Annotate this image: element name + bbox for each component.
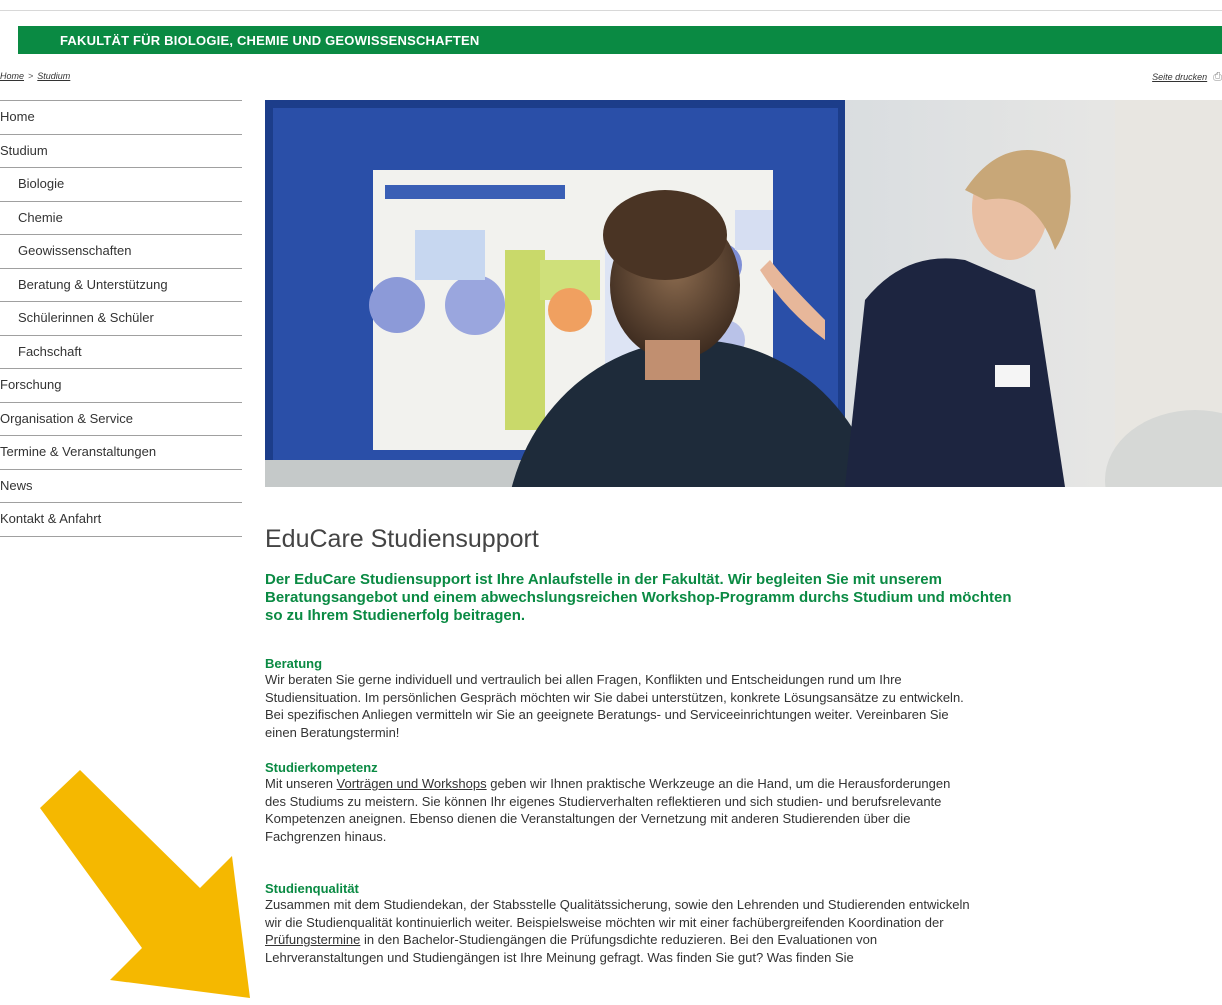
printer-icon[interactable]: ⎙ [1213,71,1222,83]
text-fragment: in den Bachelor-Studiengängen die Prüfun… [360,932,878,947]
pruefungstermine-link[interactable]: Prüfungstermine [265,932,360,947]
page-title: EduCare Studiensupport [265,525,539,553]
text-line: Zusammen mit dem Studiendekan, der Stabs… [265,897,970,912]
sidebar-item-home[interactable]: Home [0,100,242,134]
lead-paragraph: Der EduCare Studiensupport ist Ihre Anla… [265,571,1222,625]
section-text-studienqualitaet: Zusammen mit dem Studiendekan, der Stabs… [265,896,1222,966]
text-line: Mit unseren Vorträgen und Workshops gebe… [265,775,1222,793]
section-heading-studierkompetenz: Studierkompetenz [265,760,378,775]
section-text-studierkompetenz: Mit unseren Vorträgen und Workshops gebe… [265,775,1222,845]
sidebar-item-biologie[interactable]: Biologie [0,167,242,201]
sidebar-item-studium[interactable]: Studium [0,133,242,168]
arrow-pointer-icon [40,770,250,998]
section-text-beratung: Wir beraten Sie gerne individuell und ve… [265,671,1222,741]
breadcrumb-current-link[interactable]: Studium [37,71,70,81]
section-heading-beratung: Beratung [265,656,323,671]
sidebar-item-forschung[interactable]: Forschung [0,368,242,402]
sidebar-item-geowissenschaften[interactable]: Geowissenschaften [0,234,242,268]
breadcrumb-home-link[interactable]: Home [0,71,24,81]
text-fragment: Mit unseren [265,776,337,791]
sidebar-item-organisation[interactable]: Organisation & Service [0,401,242,436]
faculty-title: FAKULTÄT FÜR BIOLOGIE, CHEMIE UND GEOWIS… [60,33,480,48]
sidebar-item-schueler[interactable]: Schülerinnen & Schüler [0,301,242,335]
text-line: Lehrveranstaltungen und Studiengängen is… [265,949,854,965]
sidebar-item-news[interactable]: News [0,468,242,503]
section-heading-studienqualitaet: Studienqualität [265,881,359,896]
text-line: Prüfungstermine in den Bachelor-Studieng… [265,931,1222,949]
workshops-link[interactable]: Vorträgen und Workshops [337,776,487,791]
lead-line: so zu Ihrem Studienerfolg beitragen. [265,607,526,624]
hero-photo [265,100,1222,487]
sidebar-item-beratung[interactable]: Beratung & Unterstützung [0,267,242,302]
text-line: einen Beratungstermin! [265,724,400,740]
breadcrumb: Home > Studium [0,71,70,81]
text-line: Bei spezifischen Anliegen vermitteln wir… [265,707,949,722]
text-fragment: geben wir Ihnen praktische Werkzeuge an … [486,776,951,791]
section-beratung: Beratung Wir beraten Sie gerne individue… [265,656,1222,741]
sidebar-item-kontakt[interactable]: Kontakt & Anfahrt [0,502,242,536]
sidebar-bottom-divider [0,535,242,537]
breadcrumb-separator: > [28,71,34,81]
text-line: wir die Studienqualität kontinuierlich w… [265,914,944,930]
sidebar-item-termine[interactable]: Termine & Veranstaltungen [0,435,242,469]
text-line: Kompetenzen aneignen. Ebenso dienen die … [265,811,911,826]
hero-photo-illustration [265,100,1222,487]
lead-line: Beratungsangebot und einem abwechslungsr… [265,589,1012,606]
print-page: Seite drucken ⎙ [1152,71,1222,84]
text-line: des Studiums zu meistern. Sie können Ihr… [265,793,942,809]
section-studierkompetenz: Studierkompetenz Mit unseren Vorträgen u… [265,760,1222,845]
text-line: Fachgrenzen hinaus. [265,828,387,844]
main-content: EduCare Studiensupport Der EduCare Studi… [265,525,1222,625]
top-divider [0,10,1222,11]
section-studienqualitaet: Studienqualität Zusammen mit dem Studien… [265,881,1222,966]
print-page-link[interactable]: Seite drucken [1152,72,1207,82]
lead-line: Der EduCare Studiensupport ist Ihre Anla… [265,571,942,588]
faculty-banner: FAKULTÄT FÜR BIOLOGIE, CHEMIE UND GEOWIS… [18,26,1222,54]
sidebar-nav: Home Studium Biologie Chemie Geowissensc… [0,100,242,537]
text-line: Wir beraten Sie gerne individuell und ve… [265,672,902,687]
sidebar-item-chemie[interactable]: Chemie [0,200,242,235]
sidebar-item-fachschaft[interactable]: Fachschaft [0,334,242,369]
text-line: Studiensituation. Im persönlichen Gesprä… [265,689,964,705]
